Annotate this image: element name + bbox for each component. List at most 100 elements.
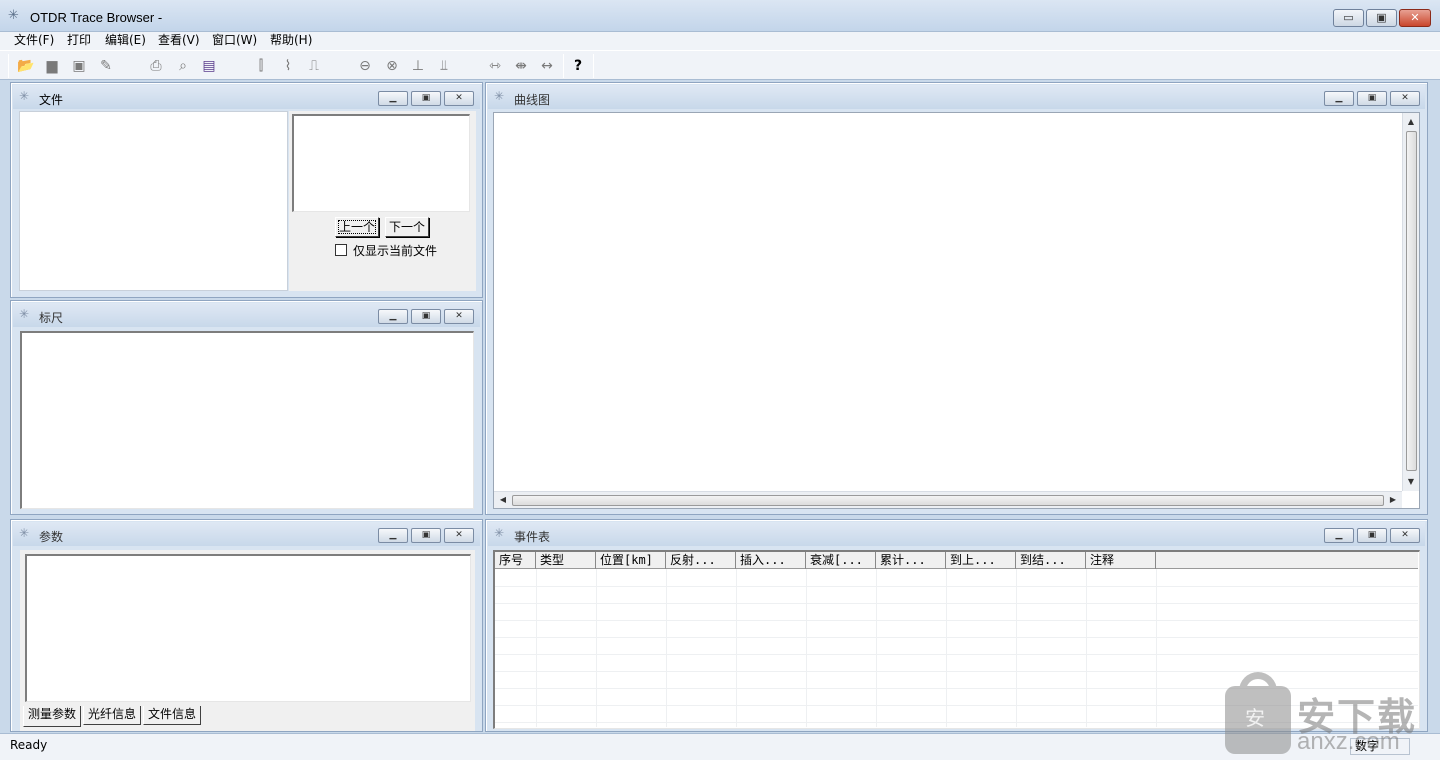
- ruler-close-button[interactable]: ✕: [444, 309, 474, 324]
- menu-bar: 文件(F) 打印 编辑(E) 查看(V) 窗口(W) 帮助(H): [0, 32, 1440, 50]
- events-close-button[interactable]: ✕: [1390, 528, 1420, 543]
- column-header[interactable]: 位置[km]: [596, 552, 666, 569]
- grid-row-line: [495, 654, 1418, 655]
- column-header[interactable]: 到上...: [946, 552, 1016, 569]
- next-file-button[interactable]: 下一个: [385, 217, 429, 237]
- baseline-icon[interactable]: ⊥: [407, 55, 429, 77]
- zoom-reset-icon[interactable]: ⊗: [381, 55, 403, 77]
- files-panel: ✳ 文件 ▁ ▣ ✕ 上一个 下一个 仅显示当前文件: [10, 82, 483, 298]
- page-setup-icon[interactable]: ▤: [198, 55, 220, 77]
- events-panel-caption[interactable]: ✳ 事件表 ▁ ▣ ✕: [488, 522, 1425, 546]
- only-current-file-label: 仅显示当前文件: [353, 244, 438, 258]
- events-minimize-button[interactable]: ▁: [1324, 528, 1354, 543]
- params-panel-caption[interactable]: ✳ 参数 ▁ ▣ ✕: [13, 522, 480, 546]
- close-window-button[interactable]: ✕: [1399, 9, 1431, 27]
- events-table-header: 序号 类型 位置[km] 反射... 插入... 衰减[... 累计... 到上…: [495, 552, 1418, 569]
- grid-column-line: [946, 569, 947, 727]
- file-preview-box: [292, 114, 470, 212]
- menu-view[interactable]: 查看(V): [158, 33, 200, 48]
- print-icon[interactable]: ⎙: [145, 55, 167, 77]
- events-restore-button[interactable]: ▣: [1357, 528, 1387, 543]
- window-title: OTDR Trace Browser -: [30, 10, 163, 25]
- trace-vertical-scrollbar[interactable]: ▲ ▼: [1402, 113, 1419, 491]
- menu-edit[interactable]: 编辑(E): [105, 33, 146, 48]
- file-list[interactable]: [19, 111, 288, 291]
- menu-help[interactable]: 帮助(H): [270, 33, 312, 48]
- event-both-icon[interactable]: ⇼: [510, 55, 532, 77]
- column-header[interactable]: 插入...: [736, 552, 806, 569]
- menu-window[interactable]: 窗口(W): [212, 33, 257, 48]
- event-span-icon[interactable]: ↔: [536, 55, 558, 77]
- menu-print[interactable]: 打印: [67, 33, 91, 48]
- scroll-left-icon[interactable]: ◀: [497, 495, 509, 504]
- column-header[interactable]: 注释: [1086, 552, 1156, 569]
- params-restore-button[interactable]: ▣: [411, 528, 441, 543]
- scroll-up-icon[interactable]: ▲: [1405, 117, 1417, 126]
- trace-panel-title: 曲线图: [514, 93, 551, 107]
- grid-row-line: [495, 620, 1418, 621]
- trace-restore-button[interactable]: ▣: [1357, 91, 1387, 106]
- tab-file-info[interactable]: 文件信息: [143, 706, 201, 725]
- maximize-window-button[interactable]: ▣: [1366, 9, 1397, 27]
- trace-canvas[interactable]: ▲ ▼ ◀ ▶: [493, 112, 1420, 509]
- scroll-right-icon[interactable]: ▶: [1387, 495, 1399, 504]
- grid-column-line: [1156, 569, 1157, 727]
- ruler-minimize-button[interactable]: ▁: [378, 309, 408, 324]
- files-close-button[interactable]: ✕: [444, 91, 474, 106]
- status-bar: Ready 数字: [0, 733, 1440, 760]
- params-panel-title: 参数: [39, 530, 64, 544]
- print-preview-icon[interactable]: ⌕: [172, 55, 194, 77]
- ruler-panel-caption[interactable]: ✳ 标尺 ▁ ▣ ✕: [13, 303, 480, 327]
- column-header[interactable]: 反射...: [666, 552, 736, 569]
- files-restore-button[interactable]: ▣: [411, 91, 441, 106]
- app-star-icon[interactable]: ✳: [8, 9, 24, 23]
- prev-file-button[interactable]: 上一个: [335, 217, 379, 237]
- zoom-fit-icon[interactable]: ⊖: [354, 55, 376, 77]
- scroll-thumb[interactable]: [1406, 131, 1417, 471]
- files-minimize-button[interactable]: ▁: [378, 91, 408, 106]
- open-folder-icon[interactable]: 📂: [15, 55, 37, 77]
- files-panel-title: 文件: [39, 93, 64, 107]
- grid-column-line: [666, 569, 667, 727]
- event-left-icon[interactable]: ⇿: [484, 55, 506, 77]
- tab-fiber-info[interactable]: 光纤信息: [83, 706, 141, 725]
- ruler-restore-button[interactable]: ▣: [411, 309, 441, 324]
- column-header[interactable]: 到结...: [1016, 552, 1086, 569]
- grid-column-line: [876, 569, 877, 727]
- tab-measure-params[interactable]: 测量参数: [23, 706, 81, 727]
- help-icon[interactable]: ?: [567, 55, 589, 77]
- grid-row-line: [495, 586, 1418, 587]
- column-header[interactable]: 衰减[...: [806, 552, 876, 569]
- trace-close-button[interactable]: ✕: [1390, 91, 1420, 106]
- grid-row-line: [495, 603, 1418, 604]
- scroll-down-icon[interactable]: ▼: [1405, 477, 1417, 486]
- save-icon[interactable]: ▣: [68, 55, 90, 77]
- trace-horizontal-scrollbar[interactable]: ◀ ▶: [494, 491, 1402, 508]
- grid-column-line: [1086, 569, 1087, 727]
- column-header[interactable]: 类型: [536, 552, 596, 569]
- only-current-file-checkbox[interactable]: [335, 244, 347, 256]
- column-header[interactable]: 累计...: [876, 552, 946, 569]
- params-panel: ✳ 参数 ▁ ▣ ✕ 测量参数 光纤信息 文件信息: [10, 519, 483, 732]
- trace-panel-caption[interactable]: ✳ 曲线图 ▁ ▣ ✕: [488, 85, 1425, 109]
- trace-minimize-button[interactable]: ▁: [1324, 91, 1354, 106]
- marker-a-icon[interactable]: ⫿: [250, 55, 272, 77]
- edit-icon[interactable]: ✎: [95, 55, 117, 77]
- minimize-window-button[interactable]: ▭: [1333, 9, 1364, 27]
- params-content: [25, 554, 471, 702]
- panel-star-icon: ✳: [19, 307, 30, 321]
- trace-pulse-icon[interactable]: ⎍: [303, 55, 325, 77]
- title-bar: ✳ OTDR Trace Browser - ▭ ▣ ✕: [0, 0, 1440, 32]
- params-minimize-button[interactable]: ▁: [378, 528, 408, 543]
- folder-icon[interactable]: ▆: [41, 55, 63, 77]
- multi-baseline-icon[interactable]: ⫫: [433, 55, 455, 77]
- params-close-button[interactable]: ✕: [444, 528, 474, 543]
- menu-file[interactable]: 文件(F): [14, 33, 54, 48]
- watermark-lock-text: 安: [1245, 706, 1265, 730]
- ruler-panel: ✳ 标尺 ▁ ▣ ✕: [10, 300, 483, 515]
- trace-step-icon[interactable]: ⌇: [277, 55, 299, 77]
- ruler-panel-title: 标尺: [39, 311, 64, 325]
- column-header[interactable]: 序号: [495, 552, 536, 569]
- scroll-thumb[interactable]: [512, 495, 1384, 506]
- files-panel-caption[interactable]: ✳ 文件 ▁ ▣ ✕: [13, 85, 480, 109]
